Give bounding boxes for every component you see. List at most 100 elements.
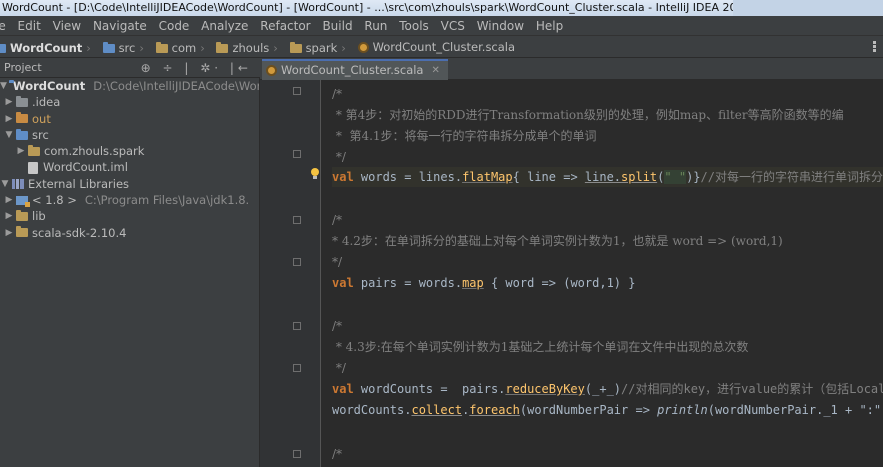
tree-item-src[interactable]: ▼ src: [0, 127, 259, 143]
tree-item-out[interactable]: ▶ out: [0, 111, 259, 127]
code-line: val words = lines.flatMap{ line => line.…: [332, 170, 883, 184]
menu-code[interactable]: Code: [155, 16, 194, 36]
tree-item-external-libraries[interactable]: ▼ External Libraries: [0, 176, 259, 192]
tree-item-label: WordCount.iml: [43, 160, 128, 175]
tree-item-wordcount[interactable]: ▼ WordCount D:\Code\IntelliJIDEACode\Wor…: [0, 78, 259, 94]
fold-marker-icon[interactable]: [293, 258, 301, 266]
menu-run[interactable]: Run: [360, 16, 391, 36]
scala-file-icon: [266, 65, 277, 76]
collapsed-arrow-icon[interactable]: ▶: [4, 111, 14, 127]
code-line: val wordCounts = pairs.reduceByKey(_+_)/…: [332, 382, 883, 396]
lightbulb-icon[interactable]: [310, 168, 320, 180]
code-editor[interactable]: /* * 第4步：对初始的RDD进行Transformation级别的处理，例如…: [332, 80, 883, 467]
module-folder-icon: [0, 43, 6, 53]
expanded-arrow-icon[interactable]: ▼: [0, 176, 10, 192]
fold-marker-icon[interactable]: [293, 87, 301, 95]
menu-tools[interactable]: Tools: [395, 16, 433, 36]
code-line: /*: [332, 213, 343, 227]
tree-item-path: C:\Program Files\Java\jdk1.8.: [84, 193, 250, 208]
menu-view[interactable]: View: [49, 16, 85, 36]
tab-wordcount-cluster[interactable]: WordCount_Cluster.scala ✕: [262, 59, 448, 80]
tree-item-label: External Libraries: [28, 176, 130, 191]
folder-icon: [16, 112, 28, 124]
menu-file[interactable]: le: [0, 16, 10, 36]
breadcrumb-project-label: WordCount: [10, 41, 83, 55]
jdk-icon: [16, 195, 30, 207]
editor-gutter: [260, 80, 321, 467]
breadcrumb-zhouls-label: zhouls: [232, 41, 270, 55]
fold-marker-icon[interactable]: [293, 450, 301, 458]
window-titlebar: WordCount - [D:\Code\IntelliJIDEACode\Wo…: [0, 0, 883, 16]
code-line: /*: [332, 319, 343, 333]
folder-icon: [16, 95, 28, 107]
source-folder-icon: [16, 128, 28, 140]
fold-marker-icon[interactable]: [293, 216, 301, 224]
tree-item-label: < 1.8 >: [32, 193, 77, 208]
tree-item-label: WordCount: [12, 79, 86, 93]
code-line: */: [332, 255, 343, 269]
code-line: * 4.3步:在每个单词实例计数为1基础之上统计每个单词在文件中出现的总次数: [332, 340, 749, 354]
fold-marker-icon[interactable]: [293, 322, 301, 330]
code-line: /*: [332, 87, 343, 101]
menu-edit[interactable]: Edit: [14, 16, 45, 36]
collapsed-arrow-icon[interactable]: ▶: [4, 94, 14, 110]
project-panel-title: Project: [4, 61, 42, 74]
tab-label: WordCount_Cluster.scala: [281, 63, 424, 77]
collapsed-arrow-icon[interactable]: ▶: [16, 143, 26, 159]
close-icon[interactable]: ✕: [431, 60, 439, 81]
tree-item-label: scala-sdk-2.10.4: [32, 225, 127, 240]
editor-tab-bar: WordCount_Cluster.scala ✕: [260, 58, 883, 80]
tree-item-idea[interactable]: ▶ .idea: [0, 94, 259, 110]
breadcrumb-project[interactable]: WordCount ›: [0, 37, 95, 59]
breadcrumb-src[interactable]: src ›: [102, 37, 148, 59]
code-line: wordCounts.collect.foreach(wordNumberPai…: [332, 403, 882, 417]
iml-file-icon: [28, 161, 38, 174]
tree-item-jdk[interactable]: ▶ < 1.8 > C:\Program Files\Java\jdk1.8.: [0, 192, 259, 208]
menu-analyze[interactable]: Analyze: [197, 16, 252, 36]
breadcrumb-com[interactable]: com ›: [155, 37, 209, 59]
breadcrumb: WordCount › src › com › zhouls › spark ›…: [0, 36, 883, 58]
tree-item-label: .idea: [32, 95, 61, 110]
breadcrumb-com-label: com: [171, 41, 197, 55]
breadcrumb-file[interactable]: WordCount_Cluster.scala: [357, 36, 516, 58]
fold-marker-icon[interactable]: [293, 364, 301, 372]
breadcrumb-file-label: WordCount_Cluster.scala: [372, 40, 516, 54]
collapsed-arrow-icon[interactable]: ▶: [4, 208, 14, 224]
code-line: val pairs = words.map { word => (word,1)…: [332, 276, 636, 290]
expanded-arrow-icon[interactable]: ▼: [0, 78, 7, 94]
tree-item-path: D:\Code\IntelliJIDEACode\WordCo: [93, 79, 259, 93]
fold-marker-icon[interactable]: [293, 150, 301, 158]
menu-navigate[interactable]: Navigate: [89, 16, 151, 36]
menu-help[interactable]: Help: [532, 16, 567, 36]
expanded-arrow-icon[interactable]: ▼: [4, 127, 14, 143]
breadcrumb-zhouls[interactable]: zhouls ›: [216, 37, 281, 59]
menu-window[interactable]: Window: [473, 16, 528, 36]
code-line: */: [332, 361, 346, 375]
package-icon: [28, 144, 40, 156]
package-icon: [155, 41, 168, 53]
breadcrumb-spark[interactable]: spark ›: [289, 37, 350, 59]
tree-item-iml[interactable]: WordCount.iml: [0, 159, 259, 175]
menu-build[interactable]: Build: [318, 16, 356, 36]
tree-item-scala-sdk[interactable]: ▶ scala-sdk-2.10.4: [0, 225, 259, 241]
menu-vcs[interactable]: VCS: [437, 16, 469, 36]
project-panel-tools[interactable]: ⊕ ÷ | ✲· |←: [141, 58, 252, 78]
tree-item-lib[interactable]: ▶ lib: [0, 208, 259, 224]
window-title: WordCount - [D:\Code\IntelliJIDEACode\Wo…: [2, 1, 772, 14]
breadcrumb-src-label: src: [118, 41, 136, 55]
more-options-icon[interactable]: [869, 40, 879, 54]
project-panel-header: Project ⊕ ÷ | ✲· |←: [0, 58, 260, 78]
tree-item-package[interactable]: ▶ com.zhouls.spark: [0, 143, 259, 159]
collapsed-arrow-icon[interactable]: ▶: [4, 192, 14, 208]
breadcrumb-spark-label: spark: [305, 41, 338, 55]
tree-item-label: lib: [32, 209, 46, 224]
package-icon: [216, 41, 229, 53]
tree-item-label: com.zhouls.spark: [44, 144, 145, 159]
source-folder-icon: [102, 41, 115, 53]
menu-refactor[interactable]: Refactor: [256, 16, 314, 36]
code-line: * 4.2步：在单词拆分的基础上对每个单词实例计数为1，也就是 word => …: [332, 234, 783, 248]
menu-bar: le Edit View Navigate Code Analyze Refac…: [0, 16, 883, 36]
window-controls[interactable]: [733, 0, 883, 16]
code-line: * 第4.1步：将每一行的字符串拆分成单个的单词: [332, 129, 597, 143]
collapsed-arrow-icon[interactable]: ▶: [4, 225, 14, 241]
